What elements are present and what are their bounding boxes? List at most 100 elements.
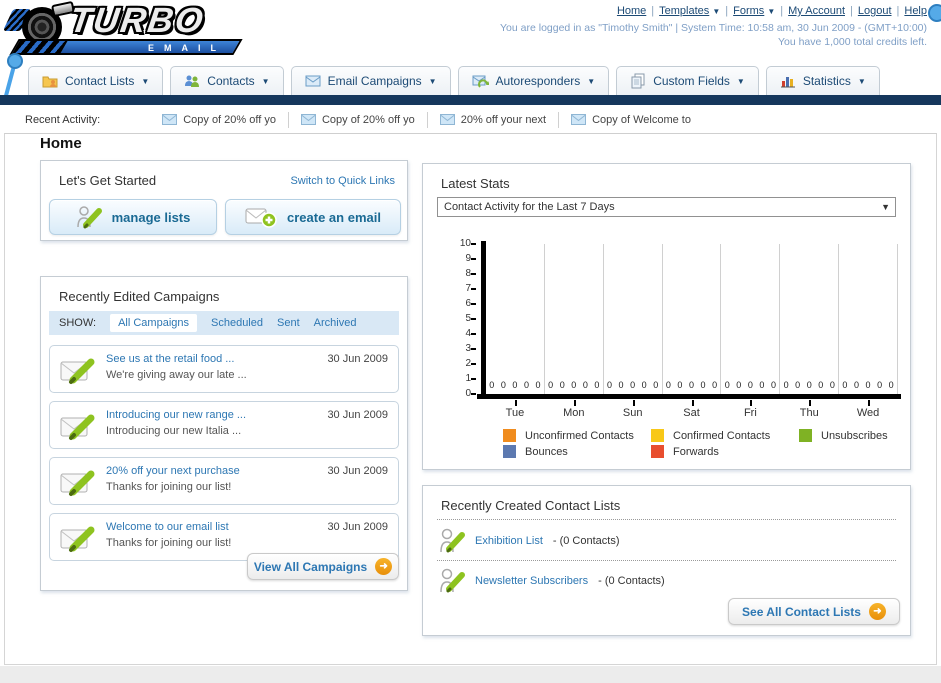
campaign-title-link[interactable]: 20% off your next purchase — [106, 465, 240, 477]
recent-activity-item[interactable]: Copy of 20% off yo — [150, 111, 289, 128]
manage-lists-button[interactable]: manage lists — [49, 199, 217, 235]
logo-subtitle: EMAIL — [148, 43, 226, 53]
switch-quick-links[interactable]: Switch to Quick Links — [290, 175, 395, 187]
contact-lists-title: Recently Created Contact Lists — [441, 498, 621, 513]
chevron-down-icon: ▼ — [736, 76, 745, 86]
filter-scheduled[interactable]: Scheduled — [211, 317, 263, 329]
recent-activity-item[interactable]: Copy of 20% off yo — [289, 111, 428, 128]
envelope-icon — [305, 75, 321, 87]
recent-activity-item[interactable]: 20% off your next — [428, 111, 560, 128]
campaign-date: 30 Jun 2009 — [327, 353, 388, 365]
chevron-down-icon: ▼ — [712, 7, 721, 16]
campaign-card[interactable]: See us at the retail food ... We're givi… — [49, 345, 399, 393]
arrow-right-icon: ➜ — [868, 603, 886, 620]
create-email-button[interactable]: create an email — [225, 199, 401, 235]
report-select[interactable]: Contact Activity for the Last 7 Days ▼ — [437, 197, 896, 217]
value-label: 0 — [842, 380, 848, 390]
x-tick-label: Sun — [622, 407, 643, 419]
x-tick-label: Fri — [743, 407, 757, 419]
link-help[interactable]: Help — [904, 5, 927, 17]
contact-list-link[interactable]: Newsletter Subscribers — [475, 575, 588, 587]
tab-email-campaigns[interactable]: Email Campaigns ▼ — [290, 66, 451, 95]
view-all-campaigns-button[interactable]: View All Campaigns ➜ — [247, 553, 399, 580]
campaign-card[interactable]: 20% off your next purchase Thanks for jo… — [49, 457, 399, 505]
campaign-card[interactable]: Introducing our new range ... Introducin… — [49, 401, 399, 449]
legend-swatch — [799, 429, 812, 442]
campaigns-title: Recently Edited Campaigns — [59, 289, 220, 304]
tab-contacts[interactable]: Contacts ▼ — [170, 66, 284, 95]
value-label: 0 — [582, 380, 588, 390]
contact-list-item: Newsletter Subscribers - (0 Contacts) — [439, 566, 665, 596]
latest-stats-panel: Latest Stats Contact Activity for the La… — [422, 163, 911, 470]
filter-sent[interactable]: Sent — [277, 317, 300, 329]
separator: | — [725, 5, 729, 17]
recent-activity-label: Recent Activity: — [25, 113, 101, 126]
tab-statistics[interactable]: Statistics ▼ — [765, 66, 880, 95]
tab-contact-lists[interactable]: Contact Lists ▼ — [28, 66, 164, 95]
envelope-pencil-icon — [60, 414, 95, 440]
value-label: 0 — [806, 380, 812, 390]
chevron-down-icon: ▼ — [767, 7, 776, 16]
value-label: 0 — [594, 380, 600, 390]
tab-custom-fields[interactable]: Custom Fields ▼ — [616, 66, 759, 95]
value-label: 0 — [747, 380, 753, 390]
filter-all-campaigns[interactable]: All Campaigns — [110, 314, 197, 332]
value-label: 0 — [829, 380, 835, 390]
campaign-title-link[interactable]: See us at the retail food ... — [106, 353, 234, 365]
separator: | — [780, 5, 784, 17]
create-email-label: create an email — [287, 209, 381, 225]
manage-lists-label: manage lists — [111, 209, 191, 225]
campaigns-panel: Recently Edited Campaigns SHOW: All Camp… — [40, 276, 408, 591]
link-logout[interactable]: Logout — [858, 5, 892, 17]
campaign-title-link[interactable]: Welcome to our email list — [106, 521, 229, 533]
value-label: 0 — [618, 380, 624, 390]
filter-archived[interactable]: Archived — [314, 317, 357, 329]
see-all-contact-lists-button[interactable]: See All Contact Lists ➜ — [728, 598, 900, 625]
link-home[interactable]: Home — [617, 5, 646, 17]
link-forms[interactable]: Forms — [733, 5, 764, 17]
value-label: 0 — [724, 380, 730, 390]
folder-user-icon — [42, 76, 58, 88]
value-label: 0 — [571, 380, 577, 390]
value-label: 0 — [736, 380, 742, 390]
value-label: 0 — [888, 380, 894, 390]
footer — [0, 666, 941, 683]
chevron-down-icon: ▼ — [428, 76, 437, 86]
tab-label: Email Campaigns — [327, 74, 422, 88]
link-templates[interactable]: Templates — [659, 5, 709, 17]
contact-list-link[interactable]: Exhibition List — [475, 535, 543, 547]
tab-label: Autoresponders — [495, 74, 581, 88]
contact-list-detail: - (0 Contacts) — [552, 535, 620, 547]
chevron-down-icon: ▼ — [141, 76, 150, 86]
campaign-title-link[interactable]: Introducing our new range ... — [106, 409, 246, 421]
value-label: 0 — [535, 380, 541, 390]
pages-icon — [631, 73, 645, 89]
tab-autoresponders[interactable]: Autoresponders ▼ — [457, 66, 610, 95]
login-line2: You have 1,000 total credits left. — [777, 36, 927, 48]
legend-swatch — [503, 445, 516, 458]
recent-activity-bar: Recent Activity: Copy of 20% off yo Copy… — [0, 105, 941, 134]
envelope-icon — [439, 114, 455, 125]
logo-email-bar: EMAIL — [57, 39, 243, 55]
campaign-subtitle: Introducing our new Italia ... — [106, 425, 242, 437]
legend-swatch — [651, 445, 664, 458]
value-label: 0 — [770, 380, 776, 390]
campaign-date: 30 Jun 2009 — [327, 465, 388, 477]
value-label: 0 — [700, 380, 706, 390]
chart-x-axis-line — [477, 394, 901, 399]
latest-stats-title: Latest Stats — [441, 176, 510, 191]
help-bubble-icon[interactable] — [928, 4, 941, 22]
recent-activity-item[interactable]: Copy of Welcome to — [559, 112, 703, 128]
chart-day-group: 0 0 0 0 0 Thu — [780, 244, 840, 419]
tab-label: Statistics — [802, 74, 851, 88]
value-label: 0 — [606, 380, 612, 390]
activity-label: Copy of Welcome to — [592, 113, 691, 126]
value-label: 0 — [630, 380, 636, 390]
value-label: 0 — [688, 380, 694, 390]
person-pencil-icon — [440, 568, 465, 593]
envelope-plus-icon — [245, 208, 277, 228]
link-my-account[interactable]: My Account — [788, 5, 845, 17]
chart-day-group: 0 0 0 0 0 Tue — [486, 244, 545, 419]
value-label: 0 — [489, 380, 495, 390]
view-all-campaigns-label: View All Campaigns — [253, 559, 368, 574]
